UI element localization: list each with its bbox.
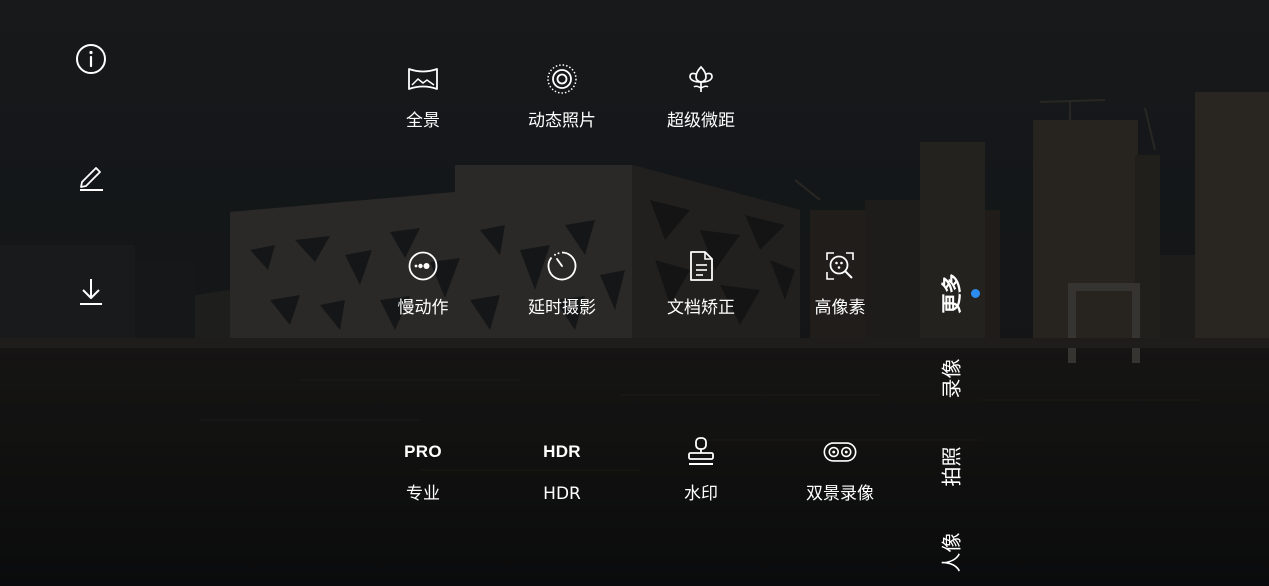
tab-video[interactable]: 录像 xyxy=(930,348,970,408)
mode-label: 双景录像 xyxy=(806,484,874,504)
mode-label: 文档矫正 xyxy=(667,298,735,318)
camera-more-modes-screen: 全景 动态照片 超级微距 慢动作 延时摄影 文档矫正 高像素 PRO 专业 HD… xyxy=(0,0,1269,586)
mode-label: 延时摄影 xyxy=(528,298,596,318)
mode-label: 专业 xyxy=(406,484,440,504)
edit-button[interactable] xyxy=(71,155,111,195)
tab-label: 更多 xyxy=(939,273,964,313)
mode-label: 超级微距 xyxy=(667,111,735,131)
download-button[interactable] xyxy=(71,271,111,311)
mode-time-lapse[interactable]: 延时摄影 xyxy=(497,249,627,349)
mode-pro[interactable]: PRO 专业 xyxy=(358,435,488,535)
download-icon xyxy=(80,279,102,305)
mode-label: 水印 xyxy=(684,484,718,504)
mode-watermark[interactable]: 水印 xyxy=(636,435,766,535)
mode-hdr[interactable]: HDR HDR xyxy=(497,435,627,535)
mode-label: 高像素 xyxy=(814,298,866,318)
tab-label: 人像 xyxy=(939,532,964,572)
hdr-icon: HDR xyxy=(543,435,581,469)
mode-slow-motion[interactable]: 慢动作 xyxy=(358,249,488,349)
time-lapse-icon xyxy=(545,249,579,283)
info-icon xyxy=(76,44,106,74)
flower-macro-icon xyxy=(684,62,718,96)
active-tab-indicator xyxy=(971,289,980,298)
mode-label: 全景 xyxy=(406,111,440,131)
dual-view-icon xyxy=(823,435,857,469)
high-resolution-icon xyxy=(823,249,857,283)
tab-label: 录像 xyxy=(939,358,964,398)
tab-label: 拍照 xyxy=(939,446,964,486)
edit-pencil-icon xyxy=(80,167,103,191)
tab-portrait[interactable]: 人像 xyxy=(930,522,970,582)
mode-label: HDR xyxy=(543,484,581,504)
mode-document-correction[interactable]: 文档矫正 xyxy=(636,249,766,349)
info-button[interactable] xyxy=(71,39,111,79)
viewfinder-background xyxy=(0,0,1269,586)
mode-label: 动态照片 xyxy=(528,111,596,131)
mode-dual-view[interactable]: 双景录像 xyxy=(775,435,905,535)
panorama-icon xyxy=(406,62,440,96)
pro-icon-text: PRO xyxy=(404,442,442,461)
slow-motion-icon xyxy=(406,249,440,283)
mode-moving-picture[interactable]: 动态照片 xyxy=(497,62,627,162)
document-icon xyxy=(684,249,718,283)
mode-high-resolution[interactable]: 高像素 xyxy=(775,249,905,349)
tab-photo[interactable]: 拍照 xyxy=(930,436,970,496)
hdr-icon-text: HDR xyxy=(543,442,581,461)
mode-label: 慢动作 xyxy=(397,298,449,318)
mode-super-macro[interactable]: 超级微距 xyxy=(636,62,766,162)
mode-panorama[interactable]: 全景 xyxy=(358,62,488,162)
tab-more[interactable]: 更多 xyxy=(930,263,970,323)
watermark-stamp-icon xyxy=(684,435,718,469)
moving-picture-icon xyxy=(545,62,579,96)
pro-icon: PRO xyxy=(404,435,442,469)
